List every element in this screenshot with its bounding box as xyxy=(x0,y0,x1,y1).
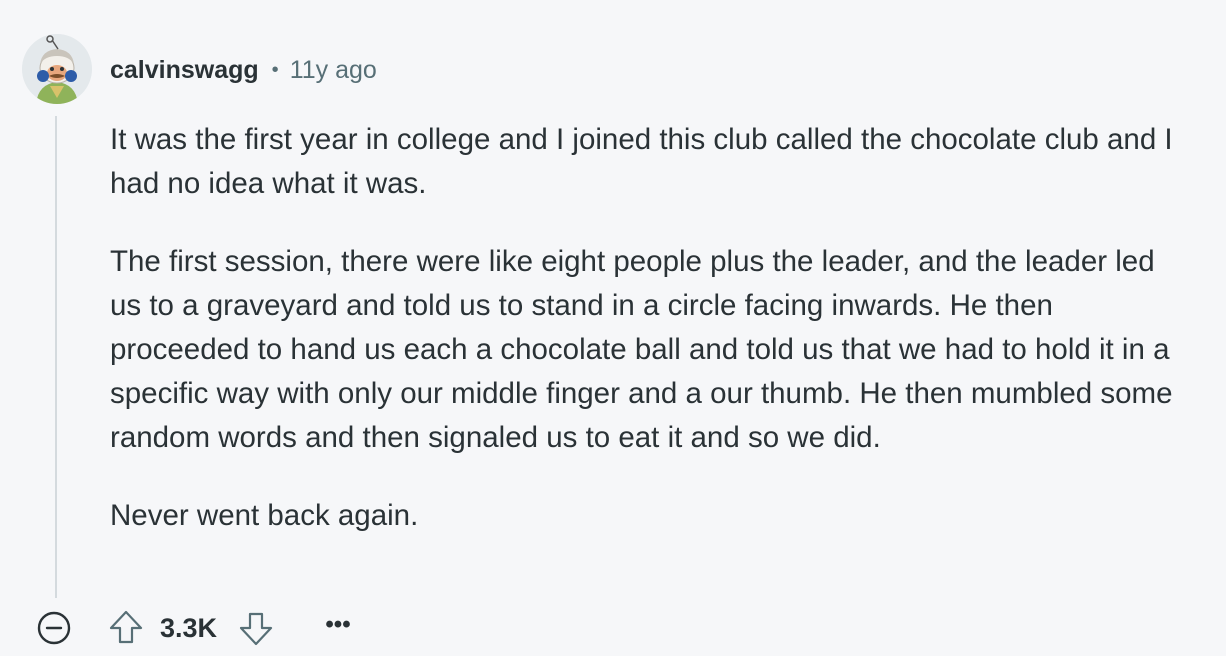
more-options-button[interactable]: ••• xyxy=(324,612,352,642)
meta-separator: • xyxy=(271,58,279,81)
minus-circle-icon xyxy=(37,611,71,645)
arrow-down-icon xyxy=(239,612,273,646)
comment: calvinswagg • 11y ago It was the first y… xyxy=(0,0,1226,656)
comment-paragraph: The first session, there were like eight… xyxy=(110,245,1173,454)
downvote-button[interactable] xyxy=(238,610,274,648)
upvote-button[interactable] xyxy=(108,608,144,646)
comment-actions: 3.3K ••• xyxy=(36,608,636,648)
username-link[interactable]: calvinswagg xyxy=(110,56,259,85)
comment-meta: calvinswagg • 11y ago xyxy=(110,55,377,85)
timestamp: 11y ago xyxy=(289,55,377,84)
snoo-avatar-icon xyxy=(22,34,92,104)
arrow-up-icon xyxy=(109,610,143,644)
comment-body: It was the first year in college and I j… xyxy=(110,118,1190,572)
comment-paragraph: Never went back again. xyxy=(110,499,419,532)
vote-score: 3.3K xyxy=(160,613,218,643)
user-avatar[interactable] xyxy=(22,34,92,104)
comment-paragraph: It was the first year in college and I j… xyxy=(110,123,1173,200)
collapse-button[interactable] xyxy=(36,610,72,646)
thread-line[interactable] xyxy=(55,116,57,598)
